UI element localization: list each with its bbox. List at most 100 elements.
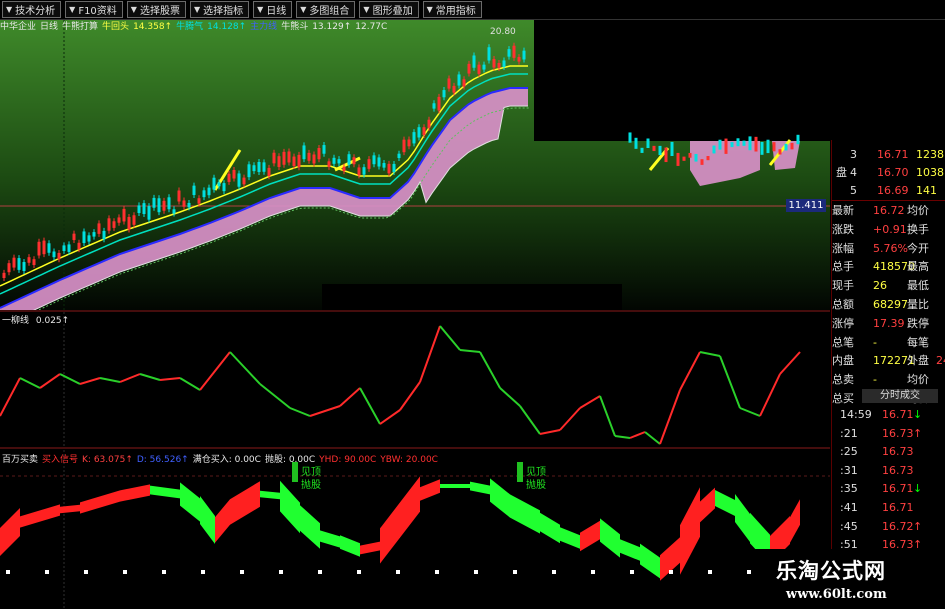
toolbar-button-2[interactable]: ▼ 选择股票 [126,1,186,18]
quote-cell: 外盘 [907,354,929,368]
watermark: 乐淘公式网 www.60lt.com [752,549,945,609]
quote-cell: 换手 [907,222,929,236]
quote-cell: 68297 [873,298,908,311]
info-item: 14.128↑ [207,22,247,32]
bottom-panel-item: 抛股: 0.00C [264,455,316,465]
quote-cell: 16.71 [882,408,914,421]
toolbar-button-label: 选择股票 [139,6,180,17]
indicator-info-bar: 中华企业 日线 牛熊打算 牛回头 14.358↑ 牛腾气 14.128↑ 主力线 牛熊斗 13.1… [0,21,534,33]
dropdown-arrow-icon: ▼ [426,5,433,14]
dropdown-arrow-icon: ▼ [300,5,307,14]
sell-order-row: 3 16.71 1238 [832,146,945,164]
quote-cell: 5 [850,184,857,197]
stat-row: 总笔 - 每笔 [832,334,945,352]
quote-cell: ↑ [913,426,923,440]
tick-row: :25 16.73 [832,443,945,461]
oscillator-panel[interactable] [0,312,830,448]
marker1-line1: 见顶 [301,466,321,478]
bottom-panel-item: YHD: 90.00C [319,455,377,465]
top-sell-marker-2: 见顶 抛股 [517,462,546,491]
marker2-line2: 抛股 [526,478,546,491]
toolbar-button-5[interactable]: ▼ 多图组合 [296,1,356,18]
tick-trades-header[interactable]: 分时成交 [862,389,938,403]
quote-cell: 1038 [916,166,944,179]
quote-cell: 5.76% [873,241,908,255]
top-sell-marker-1: 见顶 抛股 [292,462,321,491]
quote-cell: 均价 [907,204,929,217]
bottom-panel-item: 买入信号 [42,455,79,465]
quote-cell: 1238 [916,148,944,161]
stat-row: 涨停 17.39 跌停 [832,315,945,333]
info-item: 牛腾气 [176,22,204,32]
quote-cell: 涨跌 [832,222,854,236]
stat-row: 涨幅 5.76% 今开 [832,240,945,258]
dropdown-arrow-icon: ▼ [193,5,201,14]
quote-cell: :45 [840,519,858,533]
quote-cell: ↓ [913,482,923,496]
quote-cell: :21 [840,426,858,440]
toolbar-button-0[interactable]: ▼ 技术分析 [2,1,62,18]
quote-cell: 涨停 [832,316,854,330]
candlestick-chart[interactable]: 20.80 [0,20,830,310]
bottom-panel-item: 满仓买入: 0.00C [192,455,261,465]
quote-cell: :41 [840,501,858,514]
order-side-label: 盘 [836,166,847,179]
chart-mask-top [534,20,830,141]
stat-row: 内盘172271外盘24 [832,352,945,370]
quote-cell: 16.71 [877,148,909,161]
bottom-panel-item: K: 63.075↑ [82,455,133,465]
stat-row: 现手 26 最低 [832,277,945,295]
quote-cell: 均价 [907,373,929,387]
stat-row: 总手 418570 最高 [832,258,945,276]
toolbar-button-label: F10资料 [78,6,117,17]
quote-cell: 总额 [832,298,854,311]
stat-row: 总卖 - 均价 [832,371,945,389]
quote-panel: 3 16.71 1238 4 16.70 1038 5 16.69 141 盘最新 16.72 均价涨… [831,140,945,609]
dropdown-arrow-icon: ▼ [69,5,76,14]
toolbar-button-4[interactable]: ▼ 日线 [253,1,293,18]
bottom-panel-item: YBW: 20.00C [380,455,438,465]
quote-cell: 16.71 [882,501,914,514]
quote-cell: 26 [873,279,887,293]
quote-cell: 跌停 [907,316,929,330]
quote-cell: 每笔 [907,335,929,349]
dropdown-arrow-icon: ▼ [6,5,13,14]
quote-cell: 16.72 [873,204,905,217]
toolbar-button-label: 多图组合 [309,6,350,17]
info-item: 牛回头 [102,22,130,32]
quote-cell: 最新 [832,204,854,217]
info-item: 14.358↑ [133,22,173,32]
chart-mask-bottom [322,284,622,310]
tick-row: :31 16.73 [832,462,945,480]
quote-cell: 涨幅 [832,241,854,255]
stat-row: 涨跌 +0.91 换手 [832,221,945,239]
buy-sell-indicator-panel[interactable]: 见顶 抛股 见顶 抛股 [0,450,830,609]
toolbar-button-3[interactable]: ▼ 选择指标 [189,1,250,18]
bottom-panel-item: D: 56.526↑ [136,455,189,465]
tick-row: :21 16.73 ↑ [832,425,945,443]
quote-cell: 现手 [832,279,854,293]
quote-cell: 总手 [832,260,854,274]
quote-cell: 量比 [907,298,929,311]
info-item: 主力线 [250,22,278,32]
quote-cell: 最低 [907,279,929,293]
info-item: 牛熊打算 [62,22,99,32]
info-item: 中华企业 [0,22,37,32]
sell-order-row: 4 16.70 1038 [832,164,945,182]
quote-cell: 141 [916,184,937,197]
toolbar-button-7[interactable]: ▼ 常用指标 [422,1,482,18]
quote-cell: 24 [936,354,945,368]
toolbar-button-label: 图形叠加 [372,6,413,17]
quote-cell: 总笔 [832,335,854,349]
tick-row: :45 16.72 ↑ [832,518,945,536]
quote-cell: :35 [840,482,858,496]
toolbar-button-label: 日线 [266,6,287,17]
toolbar-button-6[interactable]: ▼ 图形叠加 [359,1,419,18]
tick-row: 14:59 16.71 ↓ [832,406,945,424]
watermark-url: www.60lt.com [786,587,887,602]
toolbar-button-1[interactable]: ▼ F10资料 [65,1,123,18]
quote-cell: 14:59 [840,408,872,421]
quote-cell: - [873,335,877,349]
marker1-line2: 抛股 [301,478,321,491]
quote-cell: 16.69 [877,184,909,197]
